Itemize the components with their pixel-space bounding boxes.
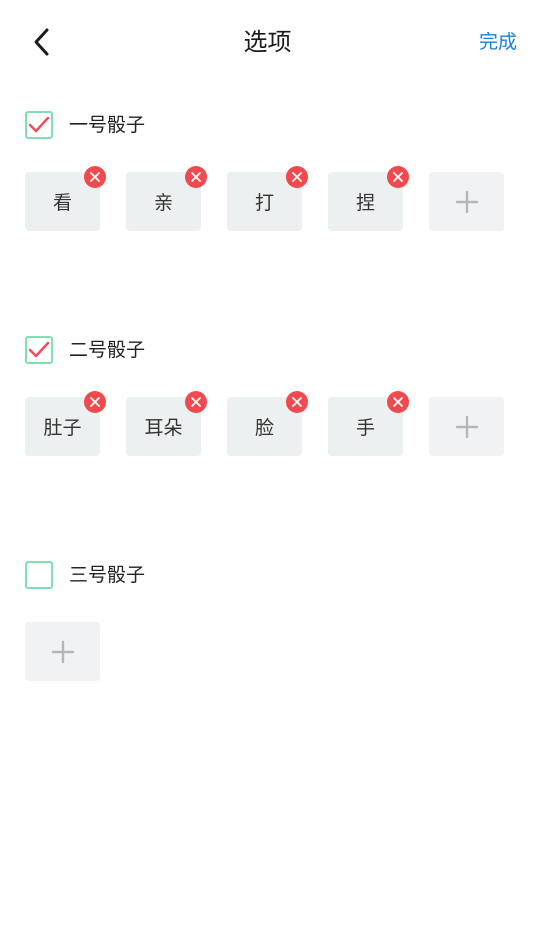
add-option-button[interactable] [429,397,504,456]
option-label: 脸 [254,417,274,439]
plus-icon [51,640,74,663]
option-label: 捏 [355,192,375,214]
option-chip[interactable]: 手 [328,391,409,456]
group-checkbox[interactable] [25,111,53,139]
option-label: 亲 [153,192,173,214]
remove-option-button[interactable] [387,391,409,413]
group-header: 一号骰子 [25,109,515,141]
remove-option-button[interactable] [286,391,308,413]
option-label: 肚子 [43,417,82,439]
group-label: 三号骰子 [69,564,146,586]
add-option-button[interactable] [429,172,504,231]
option-chip[interactable]: 脸 [227,391,308,456]
option-label: 手 [355,417,375,439]
remove-option-button[interactable] [185,166,207,188]
group-header: 三号骰子 [25,559,515,591]
option-list: 看 亲 打 捏 [25,166,515,231]
option-label: 看 [52,192,72,214]
close-icon [191,172,201,182]
dice-group-1: 一号骰子 看 亲 打 捏 [25,109,515,231]
plus-icon [455,190,478,213]
option-chip[interactable]: 亲 [126,166,207,231]
dice-group-3: 三号骰子 [25,559,515,681]
group-checkbox[interactable] [25,336,53,364]
close-icon [292,397,302,407]
option-chip[interactable]: 打 [227,166,308,231]
close-icon [393,397,403,407]
option-chip[interactable]: 捏 [328,166,409,231]
plus-icon [455,415,478,438]
group-checkbox[interactable] [25,561,53,589]
group-header: 二号骰子 [25,334,515,366]
remove-option-button[interactable] [387,166,409,188]
remove-option-button[interactable] [286,166,308,188]
check-icon [28,341,50,358]
option-list: 肚子 耳朵 脸 手 [25,391,515,456]
option-label: 打 [254,192,274,214]
done-button[interactable]: 完成 [479,28,517,56]
close-icon [191,397,201,407]
close-icon [393,172,403,182]
option-chip[interactable]: 肚子 [25,391,106,456]
dice-group-2: 二号骰子 肚子 耳朵 脸 手 [25,334,515,456]
remove-option-button[interactable] [84,166,106,188]
remove-option-button[interactable] [84,391,106,413]
option-chip[interactable]: 看 [25,166,106,231]
remove-option-button[interactable] [185,391,207,413]
page-title: 选项 [243,28,292,56]
close-icon [292,172,302,182]
close-icon [90,397,100,407]
close-icon [90,172,100,182]
option-list [25,622,515,681]
add-option-button[interactable] [25,622,100,681]
option-label: 耳朵 [144,417,183,439]
option-chip[interactable]: 耳朵 [126,391,207,456]
check-icon [28,116,50,133]
header: 选项 完成 [0,0,535,84]
group-label: 二号骰子 [69,339,146,361]
group-label: 一号骰子 [69,114,146,136]
